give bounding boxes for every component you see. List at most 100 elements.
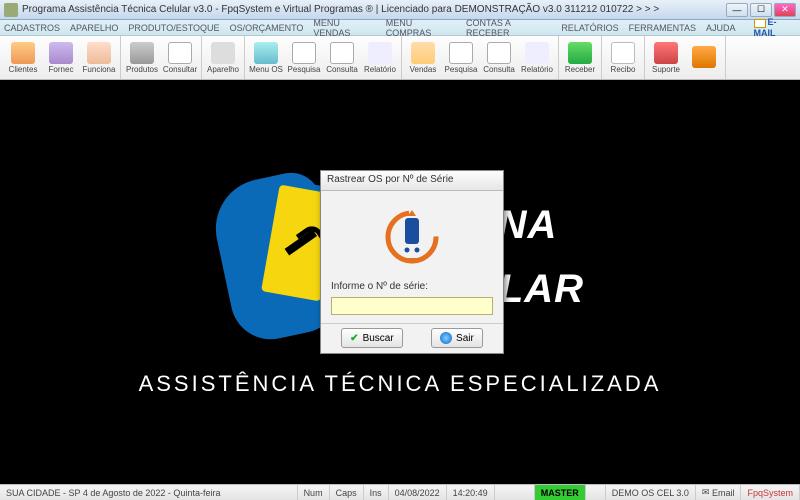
status-num: Num [298, 485, 330, 500]
serial-input[interactable] [331, 297, 493, 315]
status-bar: SUA CIDADE - SP 4 de Agosto de 2022 - Qu… [0, 484, 800, 500]
menu-relat-rios[interactable]: RELATÓRIOS [561, 23, 618, 33]
toolbar-group: Receber [559, 36, 602, 79]
i-func-icon [87, 42, 111, 64]
menu-aparelho[interactable]: APARELHO [70, 23, 118, 33]
toolbar-label: Clientes [9, 65, 38, 74]
menu-contas-a-receber[interactable]: CONTAS A RECEBER [466, 18, 551, 38]
toolbar-label: Consulta [326, 65, 358, 74]
i-plug-icon [692, 46, 716, 68]
menu-cadastros[interactable]: CADASTROS [4, 23, 60, 33]
toolbar-label: Fornec [49, 65, 74, 74]
window-controls: — ☐ ✕ [726, 3, 796, 17]
i-rel-icon [525, 42, 549, 64]
i-sup-icon [654, 42, 678, 64]
toolbar-relatório[interactable]: Relatório [361, 36, 399, 79]
toolbar-label: Funciona [83, 65, 116, 74]
toolbar-group: Clientes Fornec Funciona [2, 36, 121, 79]
menu-bar: CADASTROS APARELHO PRODUTO/ESTOQUE OS/ORÇAM… [0, 20, 800, 36]
status-spacer [495, 485, 535, 500]
main-toolbar: Clientes Fornec Funciona Produtos Consultar A… [0, 36, 800, 80]
toolbar-group: Aparelho [202, 36, 245, 79]
i-consult-icon [487, 42, 511, 64]
toolbar-recibo[interactable]: Recibo [604, 36, 642, 79]
toolbar-menu os[interactable]: Menu OS [247, 36, 285, 79]
status-ins: Ins [364, 485, 389, 500]
toolbar-pesquisa[interactable]: Pesquisa [285, 36, 323, 79]
toolbar-group: Vendas Pesquisa Consulta Relatório [402, 36, 559, 79]
toolbar-label: Relatório [364, 65, 396, 74]
toolbar-label: Pesquisa [445, 65, 478, 74]
toolbar-group: Produtos Consultar [121, 36, 202, 79]
window-title: Programa Assistência Técnica Celular v3.… [22, 4, 726, 15]
status-user: MASTER [535, 485, 586, 500]
toolbar-consulta[interactable]: Consulta [323, 36, 361, 79]
menu-menu-compras[interactable]: MENU COMPRAS [386, 18, 456, 38]
maximize-button[interactable]: ☐ [750, 3, 772, 17]
i-rel-icon [368, 42, 392, 64]
toolbar-group: Menu OS Pesquisa Consulta Relatório [245, 36, 402, 79]
i-pesq-icon [292, 42, 316, 64]
status-caps: Caps [330, 485, 364, 500]
i-consult-icon [168, 42, 192, 64]
toolbar-label: Relatório [521, 65, 553, 74]
toolbar-produtos[interactable]: Produtos [123, 36, 161, 79]
mail-icon: ✉ [702, 487, 710, 498]
status-demo: DEMO OS CEL 3.0 [606, 485, 696, 500]
toolbar-relatório[interactable]: Relatório [518, 36, 556, 79]
status-gap [586, 485, 606, 500]
toolbar-label: Receber [565, 65, 595, 74]
toolbar-receber[interactable]: Receber [561, 36, 599, 79]
i-prod-icon [130, 42, 154, 64]
toolbar-plugin[interactable] [685, 36, 723, 79]
status-email[interactable]: ✉ Email [696, 485, 742, 500]
toolbar-label: Menu OS [249, 65, 283, 74]
menu-produto-estoque[interactable]: PRODUTO/ESTOQUE [128, 23, 219, 33]
i-clientes-icon [11, 42, 35, 64]
dialog-title: Rastrear OS por Nº de Série [321, 171, 503, 191]
check-icon: ✔ [350, 333, 358, 344]
toolbar-label: Vendas [410, 65, 437, 74]
sair-button[interactable]: Sair [431, 328, 483, 348]
toolbar-group: Suporte [645, 36, 726, 79]
brand-tagline: ASSISTÊNCIA TÉCNICA ESPECIALIZADA [139, 371, 662, 397]
status-date: 04/08/2022 [389, 485, 447, 500]
i-aparelho-icon [211, 42, 235, 64]
toolbar-label: Suporte [652, 65, 680, 74]
i-money-icon [568, 42, 592, 64]
minimize-button[interactable]: — [726, 3, 748, 17]
toolbar-label: Aparelho [207, 65, 239, 74]
toolbar-aparelho[interactable]: Aparelho [204, 36, 242, 79]
status-time: 14:20:49 [447, 485, 495, 500]
close-button[interactable]: ✕ [774, 3, 796, 17]
toolbar-vendas[interactable]: Vendas [404, 36, 442, 79]
menu-email[interactable]: E-MAIL [754, 17, 796, 37]
status-location: SUA CIDADE - SP 4 de Agosto de 2022 - Qu… [0, 485, 298, 500]
menu-ajuda[interactable]: AJUDA [706, 23, 736, 33]
wrench-icon [275, 218, 325, 268]
toolbar-clientes[interactable]: Clientes [4, 36, 42, 79]
toolbar-consultar[interactable]: Consultar [161, 36, 199, 79]
menu-ferramentas[interactable]: FERRAMENTAS [629, 23, 696, 33]
i-vendas-icon [411, 42, 435, 64]
toolbar-consulta[interactable]: Consulta [480, 36, 518, 79]
toolbar-pesquisa[interactable]: Pesquisa [442, 36, 480, 79]
toolbar-funciona[interactable]: Funciona [80, 36, 118, 79]
toolbar-label: Produtos [126, 65, 158, 74]
menu-os-or-amento[interactable]: OS/ORÇAMENTO [230, 23, 304, 33]
i-consult-icon [330, 42, 354, 64]
toolbar-fornec[interactable]: Fornec [42, 36, 80, 79]
i-menuos-icon [254, 42, 278, 64]
i-recibo-icon [611, 42, 635, 64]
status-brand: FpqSystem [741, 485, 800, 500]
toolbar-label: Recibo [611, 65, 636, 74]
buscar-button[interactable]: ✔Buscar [341, 328, 403, 348]
toolbar-label: Consulta [483, 65, 515, 74]
app-icon [4, 3, 18, 17]
i-fornec-icon [49, 42, 73, 64]
toolbar-label: Consultar [163, 65, 197, 74]
i-pesq-icon [449, 42, 473, 64]
toolbar-label: Pesquisa [288, 65, 321, 74]
toolbar-suporte[interactable]: Suporte [647, 36, 685, 79]
menu-menu-vendas[interactable]: MENU VENDAS [313, 18, 375, 38]
